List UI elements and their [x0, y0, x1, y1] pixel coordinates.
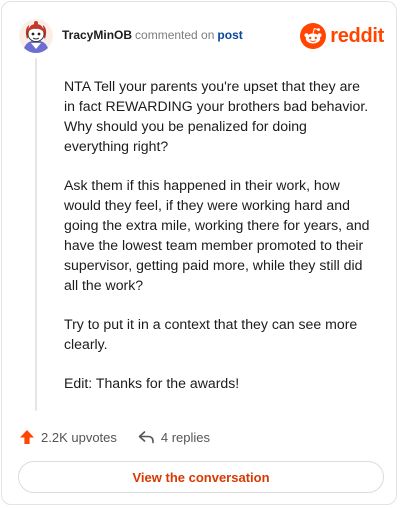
comment-paragraph: NTA Tell your parents you're upset that … — [64, 78, 369, 154]
reddit-logo-icon — [300, 23, 327, 49]
thread-line — [35, 58, 37, 411]
user-avatar[interactable] — [19, 19, 53, 53]
avatar-icon — [19, 19, 53, 53]
comment-paragraph: Ask them if this happened in their work,… — [64, 177, 370, 293]
reply-arrow-icon — [138, 431, 154, 444]
view-conversation-button[interactable]: View the conversation — [18, 461, 384, 493]
comment-body: NTA Tell your parents you're upset that … — [64, 76, 374, 412]
action-text: commented on — [135, 28, 215, 42]
reddit-brand[interactable]: reddit — [300, 22, 384, 50]
post-link[interactable]: post — [217, 28, 242, 42]
comment-meta: TracyMinOB commented on post — [62, 28, 243, 42]
upvote-stat[interactable]: 2.2K upvotes — [19, 429, 117, 445]
comment-header: TracyMinOB commented on post reddit — [16, 16, 386, 56]
comment-paragraph: Edit: Thanks for the awards! — [64, 375, 240, 391]
reply-count: 4 replies — [160, 429, 211, 445]
reddit-wordmark: reddit — [330, 24, 384, 47]
comment-footer: 2.2K upvotes 4 replies — [19, 426, 210, 448]
upvote-count: 2.2K upvotes — [41, 429, 117, 445]
reply-stat[interactable]: 4 replies — [138, 429, 210, 445]
comment-embed-card: TracyMinOB commented on post reddit NTA Te… — [1, 1, 397, 505]
username-link[interactable]: TracyMinOB — [62, 28, 132, 42]
comment-paragraph: Try to put it in a context that they can… — [64, 316, 358, 352]
upvote-arrow-icon — [20, 430, 34, 444]
